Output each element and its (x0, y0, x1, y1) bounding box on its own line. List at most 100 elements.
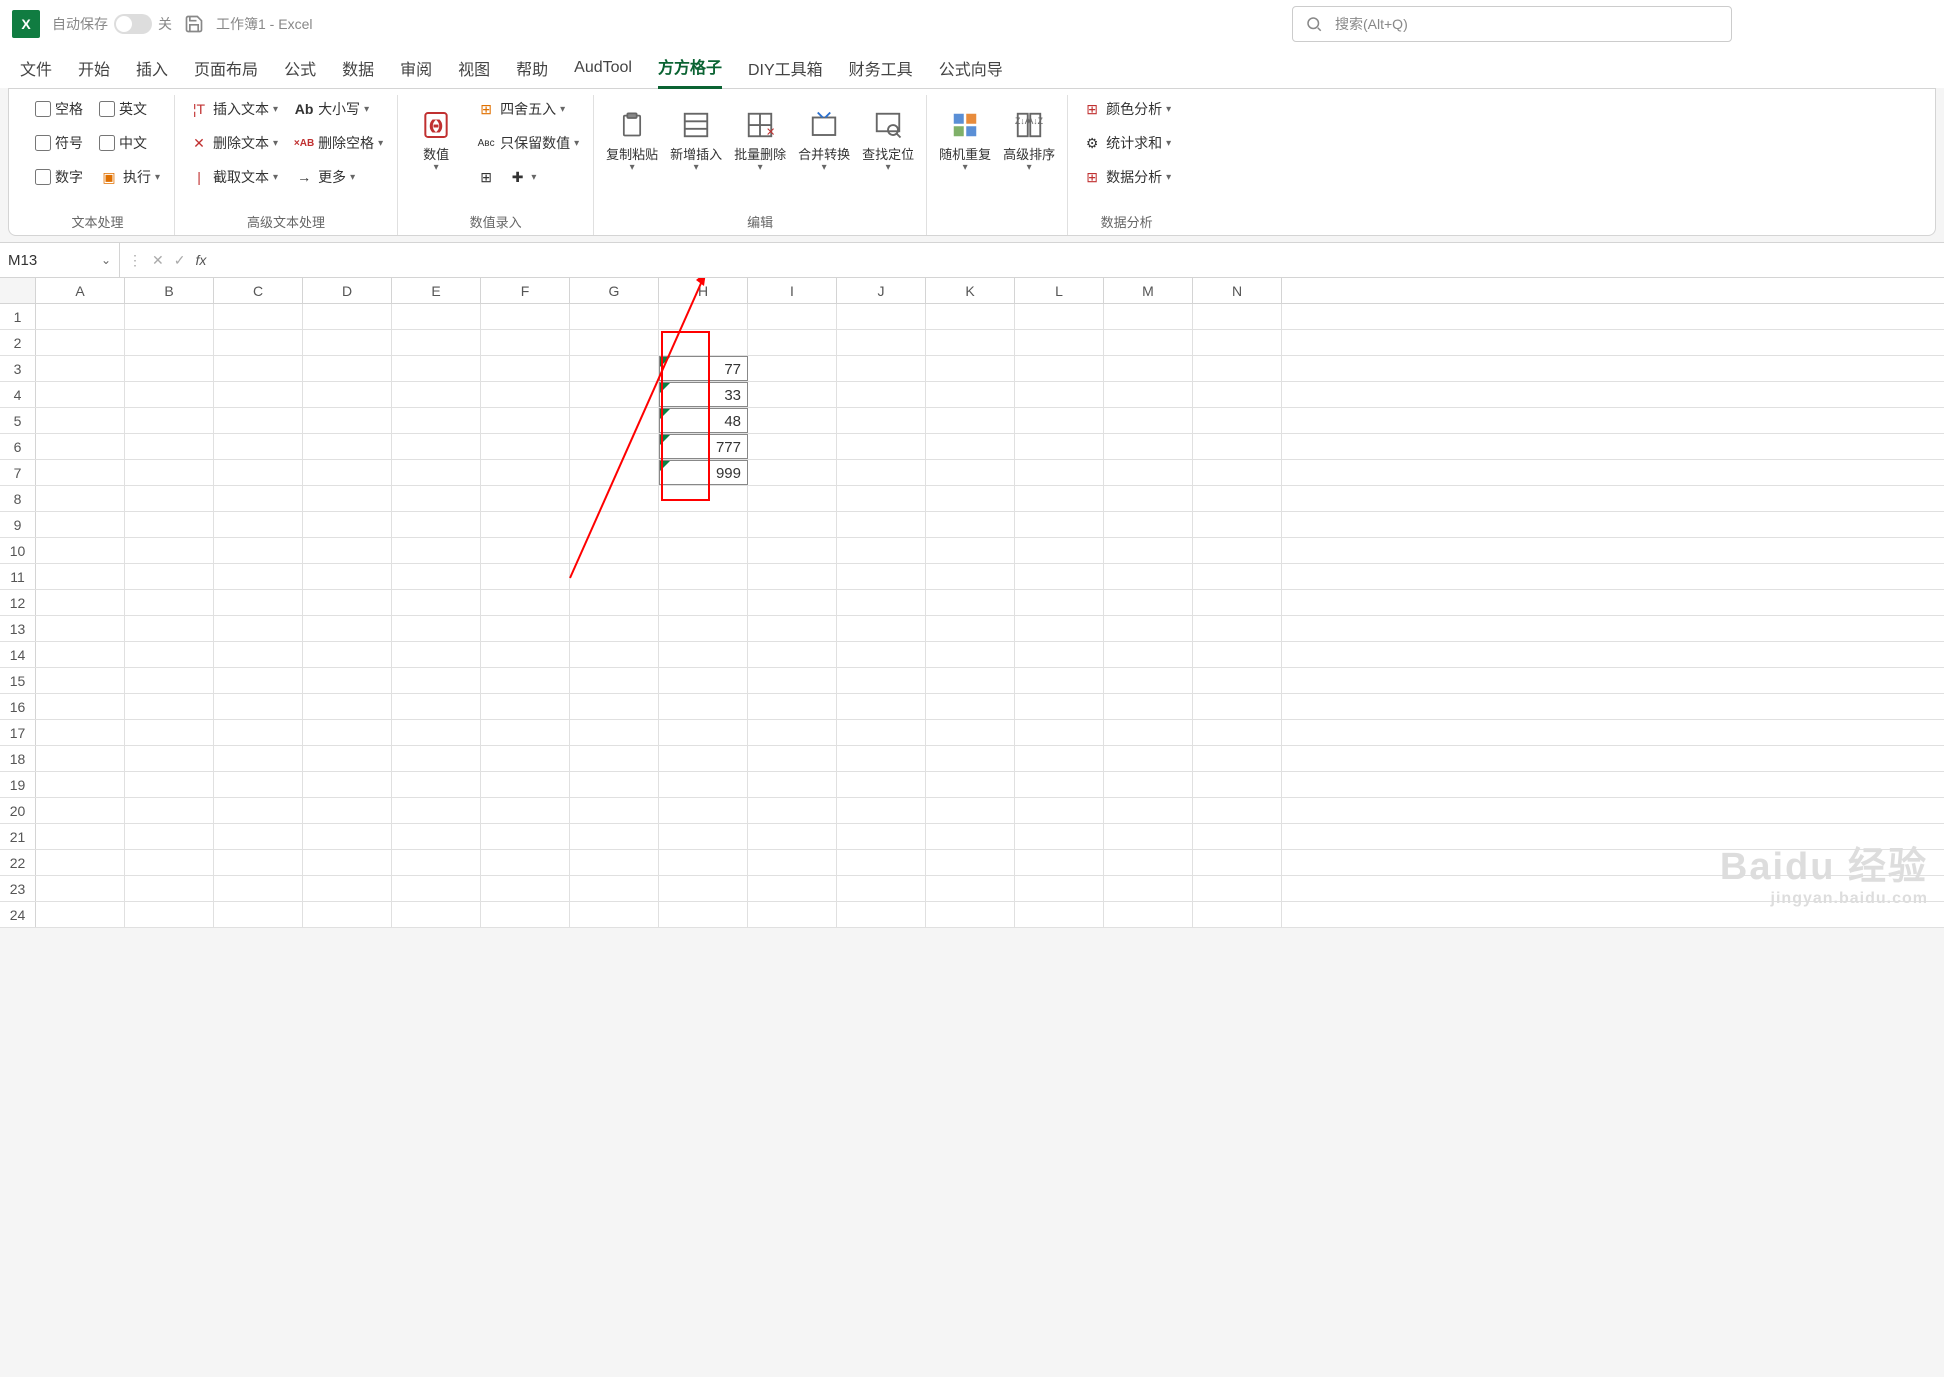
cell[interactable] (1104, 720, 1193, 745)
cell[interactable] (125, 720, 214, 745)
cell[interactable] (837, 486, 926, 511)
tab-help[interactable]: 帮助 (516, 48, 548, 88)
cell[interactable] (481, 434, 570, 459)
cell[interactable] (1193, 330, 1282, 355)
cell[interactable] (837, 720, 926, 745)
cell[interactable] (1015, 382, 1104, 407)
cell[interactable] (926, 720, 1015, 745)
cell[interactable] (1193, 434, 1282, 459)
cell[interactable] (214, 746, 303, 771)
row-header[interactable]: 18 (0, 746, 36, 771)
cell[interactable] (303, 538, 392, 563)
cell[interactable] (36, 564, 125, 589)
row-header[interactable]: 10 (0, 538, 36, 563)
cell[interactable] (926, 304, 1015, 329)
row-header[interactable]: 15 (0, 668, 36, 693)
cell[interactable] (748, 850, 837, 875)
cell[interactable] (214, 720, 303, 745)
cell[interactable] (36, 460, 125, 485)
cell[interactable] (1193, 408, 1282, 433)
cell[interactable] (214, 356, 303, 381)
row-header[interactable]: 14 (0, 642, 36, 667)
cell[interactable] (36, 512, 125, 537)
formula-input[interactable] (214, 243, 1944, 277)
chk-chinese[interactable]: 中文 (95, 129, 164, 157)
cell[interactable] (303, 876, 392, 901)
cell[interactable] (748, 590, 837, 615)
cell[interactable] (926, 694, 1015, 719)
cell[interactable] (303, 772, 392, 797)
cell[interactable] (1104, 434, 1193, 459)
btn-bulk-delete[interactable]: ×批量删除▾ (732, 95, 788, 185)
cell[interactable] (125, 382, 214, 407)
cell[interactable] (481, 902, 570, 927)
cell[interactable] (481, 642, 570, 667)
cell[interactable] (392, 356, 481, 381)
cell[interactable] (481, 590, 570, 615)
cell[interactable] (748, 616, 837, 641)
cell[interactable] (1104, 876, 1193, 901)
row-header[interactable]: 7 (0, 460, 36, 485)
col-header[interactable]: D (303, 278, 392, 303)
btn-stat-sum[interactable]: ⚙统计求和▾ (1078, 129, 1175, 157)
cell[interactable] (1193, 694, 1282, 719)
cell[interactable] (392, 850, 481, 875)
cell[interactable] (303, 694, 392, 719)
cell[interactable] (926, 356, 1015, 381)
cell[interactable] (1193, 304, 1282, 329)
cell[interactable] (748, 382, 837, 407)
row-header[interactable]: 24 (0, 902, 36, 927)
cell[interactable] (214, 382, 303, 407)
cell[interactable] (1193, 590, 1282, 615)
cell[interactable] (659, 850, 748, 875)
tab-data[interactable]: 数据 (342, 48, 374, 88)
cell[interactable]: 33 (659, 382, 748, 407)
cell[interactable] (570, 824, 659, 849)
row-header[interactable]: 22 (0, 850, 36, 875)
cell[interactable] (570, 746, 659, 771)
cell[interactable] (214, 564, 303, 589)
cell[interactable] (1104, 460, 1193, 485)
cell[interactable] (570, 850, 659, 875)
cell[interactable] (303, 330, 392, 355)
btn-round[interactable]: ⊞四舍五入▾ (472, 95, 583, 123)
cell[interactable] (481, 408, 570, 433)
cell[interactable] (392, 642, 481, 667)
cell[interactable] (1015, 746, 1104, 771)
row-header[interactable]: 3 (0, 356, 36, 381)
cell[interactable] (748, 330, 837, 355)
cell[interactable] (1193, 824, 1282, 849)
cell[interactable] (392, 746, 481, 771)
cell[interactable] (659, 330, 748, 355)
cell[interactable] (36, 382, 125, 407)
cell[interactable] (1193, 642, 1282, 667)
cell[interactable] (125, 642, 214, 667)
cell[interactable] (36, 304, 125, 329)
cell[interactable] (570, 330, 659, 355)
cell[interactable] (36, 356, 125, 381)
col-header[interactable]: B (125, 278, 214, 303)
cell[interactable] (1193, 772, 1282, 797)
cell[interactable] (392, 694, 481, 719)
cell[interactable] (214, 330, 303, 355)
col-header[interactable]: A (36, 278, 125, 303)
cell[interactable] (659, 564, 748, 589)
row-header[interactable]: 21 (0, 824, 36, 849)
cell[interactable] (837, 382, 926, 407)
cell[interactable] (570, 798, 659, 823)
cell[interactable] (1015, 408, 1104, 433)
cell[interactable] (570, 642, 659, 667)
cell[interactable] (125, 824, 214, 849)
chk-number[interactable]: 数字 (31, 163, 87, 191)
tab-insert[interactable]: 插入 (136, 48, 168, 88)
select-all-corner[interactable] (0, 278, 36, 303)
cell[interactable] (926, 850, 1015, 875)
cell[interactable] (214, 512, 303, 537)
cell[interactable] (837, 694, 926, 719)
cell[interactable] (926, 330, 1015, 355)
cell[interactable] (837, 746, 926, 771)
cell[interactable] (1104, 304, 1193, 329)
cell[interactable] (214, 694, 303, 719)
cell[interactable] (837, 512, 926, 537)
cell[interactable] (1015, 876, 1104, 901)
